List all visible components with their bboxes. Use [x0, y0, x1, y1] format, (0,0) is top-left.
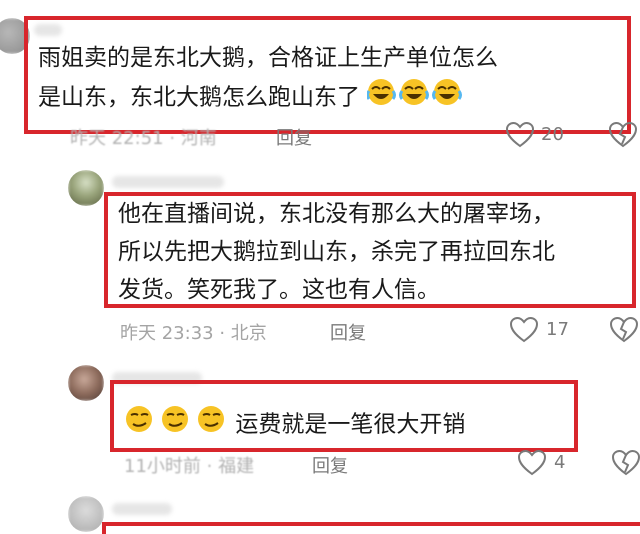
comment-text: 运费就是一笔很大开销 — [124, 404, 465, 446]
comment-meta: 11小时前 · 福建 — [124, 456, 255, 477]
comment-meta: 昨天 22:51 · 河南 — [70, 128, 217, 149]
laughing-tears-icon — [366, 77, 467, 119]
comment-text-line1: 他在直播间说，东北没有那么大的屠宰场， — [118, 201, 555, 227]
avatar[interactable] — [68, 365, 104, 401]
username-blurred[interactable] — [112, 372, 202, 384]
like-count: 17 — [546, 319, 569, 340]
dislike-icon[interactable] — [609, 316, 639, 347]
like-count: 4 — [554, 452, 566, 473]
smirk-face-icon — [124, 404, 228, 446]
highlight-box — [102, 522, 640, 534]
like-icon[interactable] — [517, 449, 547, 480]
dislike-icon[interactable] — [608, 121, 638, 152]
comment-text-line2: 所以先把大鹅拉到山东，杀完了再拉回东北 — [118, 239, 555, 265]
comment-meta: 昨天 23:33 · 北京 — [120, 323, 267, 344]
comment-text-line1: 雨姐卖的是东北大鹅，合格证上生产单位怎么 — [38, 45, 498, 71]
username-blurred[interactable] — [34, 24, 62, 36]
comment-text-line2: 是山东，东北大鹅怎么跑山东了 — [38, 77, 467, 119]
like-count: 20 — [541, 124, 564, 145]
username-blurred[interactable] — [112, 503, 172, 515]
reply-button[interactable]: 回复 — [276, 124, 312, 150]
like-icon[interactable] — [505, 121, 535, 152]
avatar[interactable] — [68, 496, 104, 532]
like-icon[interactable] — [509, 316, 539, 347]
username-blurred[interactable] — [112, 176, 224, 188]
reply-button[interactable]: 回复 — [312, 452, 348, 478]
comment-text-line3: 发货。笑死我了。这也有人信。 — [118, 277, 440, 303]
avatar[interactable] — [0, 18, 30, 54]
dislike-icon[interactable] — [611, 449, 640, 480]
reply-button[interactable]: 回复 — [330, 319, 366, 345]
avatar[interactable] — [68, 170, 104, 206]
